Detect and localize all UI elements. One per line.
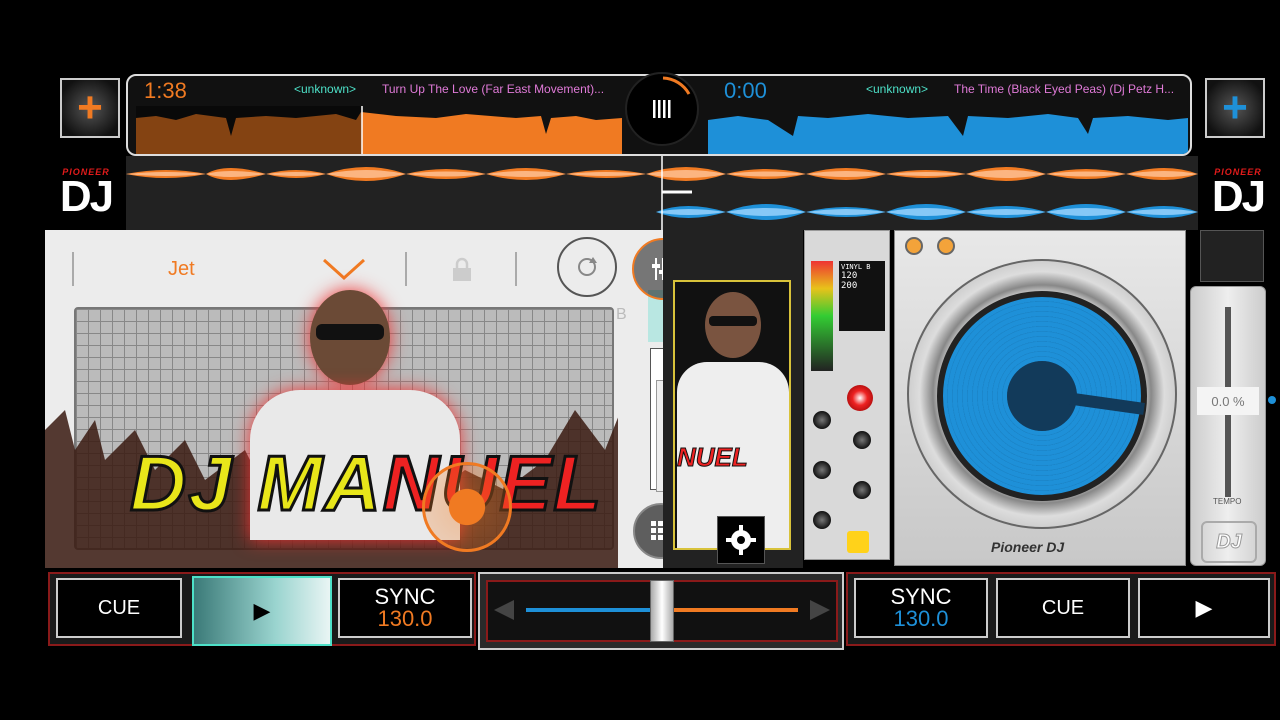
tab-b[interactable]: B xyxy=(616,306,627,324)
deck-b-artist: <unknown> xyxy=(866,82,929,96)
mixer-knob[interactable] xyxy=(813,511,831,529)
play-right-icon: ▶ xyxy=(1195,595,1213,620)
level-meter xyxy=(811,261,833,371)
cue-left-label: CUE xyxy=(97,596,141,619)
cue-right-button[interactable]: CUE xyxy=(996,578,1130,638)
crossfader-handle[interactable] xyxy=(650,580,674,642)
bpm-right: 130.0 xyxy=(893,606,949,631)
deck-b-elapsed-time: 0:00 xyxy=(724,78,767,103)
play-right-button[interactable]: ▶ xyxy=(1138,578,1270,638)
add-track-left-button[interactable]: + xyxy=(60,78,120,138)
main-menu-button[interactable] xyxy=(625,72,699,146)
mixer-display: VINYL B 120 200 xyxy=(839,261,885,331)
sunglasses xyxy=(316,324,384,340)
turntable-top-controls xyxy=(1200,230,1264,282)
display-bpm-b: 200 xyxy=(841,281,858,291)
corner-dj-logo: DJ xyxy=(1201,521,1257,563)
photo-frame: NUEL xyxy=(673,280,791,550)
deck-b-overview-waveform[interactable] xyxy=(708,106,1188,156)
sync-right-button[interactable]: SYNC 130.0 xyxy=(854,578,988,638)
turntable-unit: Pioneer DJ xyxy=(894,230,1186,566)
dj-text: DJ xyxy=(1211,172,1266,221)
hardware-mixer: VINYL B 120 200 xyxy=(804,230,890,560)
sync-left-button[interactable]: SYNC 130.0 xyxy=(338,578,472,638)
turntable-brand: Pioneer DJ xyxy=(991,539,1065,555)
display-bpm-a: 120 xyxy=(841,271,858,281)
pioneer-dj-logo-left: PIONEER DJ xyxy=(48,158,124,226)
corner-dj-text: DJ xyxy=(1216,530,1243,553)
cue-left-button[interactable]: CUE xyxy=(56,578,182,638)
scroll-indicator-dot xyxy=(1268,396,1276,404)
cue-right-label: CUE xyxy=(1041,596,1085,619)
photo-sunglasses xyxy=(709,316,757,326)
fx-divider xyxy=(515,252,517,286)
deck-a-title: Turn Up The Love (Far East Movement)... xyxy=(382,82,605,96)
mixer-knob[interactable] xyxy=(853,481,871,499)
top-button-orange[interactable] xyxy=(937,237,955,255)
deck-b-title: The Time (Black Eyed Peas) (Dj Petz H... xyxy=(954,82,1175,96)
pioneer-dj-logo-right: PIONEER DJ xyxy=(1200,158,1276,226)
red-effect-knob[interactable] xyxy=(847,385,873,411)
deck-a-elapsed-time: 1:38 xyxy=(144,78,187,103)
fx-sync-button[interactable] xyxy=(557,237,617,297)
fx-divider xyxy=(405,252,407,286)
settings-button[interactable] xyxy=(717,516,765,564)
dj-text: DJ xyxy=(59,172,114,221)
tempo-label: TEMPO xyxy=(1213,497,1242,506)
top-button-orange[interactable] xyxy=(905,237,923,255)
tempo-strip: 0.0 % TEMPO DJ xyxy=(1190,286,1266,566)
menu-bars-icon xyxy=(653,76,691,118)
zoomed-waveforms xyxy=(126,156,1198,230)
fx-effect-name[interactable]: Jet xyxy=(168,258,195,281)
zoomed-waveform-area[interactable] xyxy=(126,156,1198,230)
dj-name-left: DJ MA xyxy=(129,438,383,529)
mixer-knob[interactable] xyxy=(813,461,831,479)
lock-icon[interactable] xyxy=(450,256,474,282)
mixer-knob[interactable] xyxy=(853,431,871,449)
center-photo-panel: NUEL xyxy=(663,230,803,568)
mixer-knob[interactable] xyxy=(813,411,831,429)
fx-pad-cursor[interactable] xyxy=(422,462,512,552)
play-left-button[interactable]: ▶ xyxy=(192,576,332,646)
fx-select-divider xyxy=(72,252,74,286)
sync-left-label: SYNC xyxy=(374,584,436,609)
add-track-right-button[interactable]: + xyxy=(1205,78,1265,138)
tempo-value: 0.0 % xyxy=(1197,387,1259,415)
dj-name-overlay: DJ MANUEL xyxy=(129,438,603,529)
play-left-icon: ▶ xyxy=(253,598,271,623)
deck-a-artist: <unknown> xyxy=(294,82,357,96)
yellow-pad-button[interactable] xyxy=(847,531,869,553)
chevron-down-icon[interactable] xyxy=(322,256,366,282)
refresh-icon xyxy=(578,257,597,276)
deck-a-overview-waveform[interactable] xyxy=(136,106,622,156)
photo-name: NUEL xyxy=(677,442,749,473)
gear-icon xyxy=(726,525,756,555)
bpm-left: 130.0 xyxy=(377,606,433,631)
display-vinyl: VINYL B xyxy=(841,263,871,271)
sync-right-label: SYNC xyxy=(890,584,952,609)
